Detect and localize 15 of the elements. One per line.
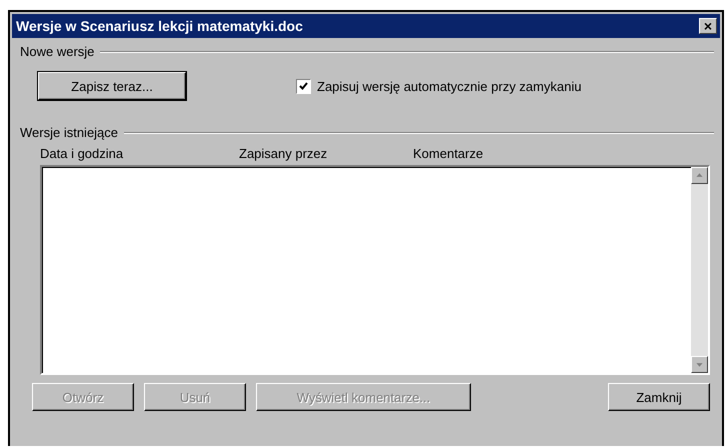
scroll-up-icon[interactable] <box>691 167 708 184</box>
scrollbar[interactable] <box>691 167 708 373</box>
section-heading: Wersje istniejące <box>20 125 118 140</box>
column-header: Komentarze <box>413 146 484 161</box>
auto-save-checkbox[interactable] <box>296 78 311 94</box>
column-header: Data i godzina <box>40 146 124 161</box>
window-title: Wersje w Scenariusz lekcji matematyki.doc <box>16 18 303 34</box>
close-button[interactable]: × <box>699 18 717 34</box>
dialog-button[interactable]: Zamknij <box>608 383 710 411</box>
column-header: Zapisany przez <box>239 146 328 161</box>
save-now-button[interactable]: Zapisz teraz... <box>38 72 186 100</box>
check-icon <box>299 82 308 90</box>
section-heading: Nowe wersje <box>20 44 94 59</box>
scroll-down-icon[interactable] <box>691 356 708 373</box>
auto-save-label: Zapisuj wersję automatycznie przy zamykaniu <box>317 78 582 94</box>
